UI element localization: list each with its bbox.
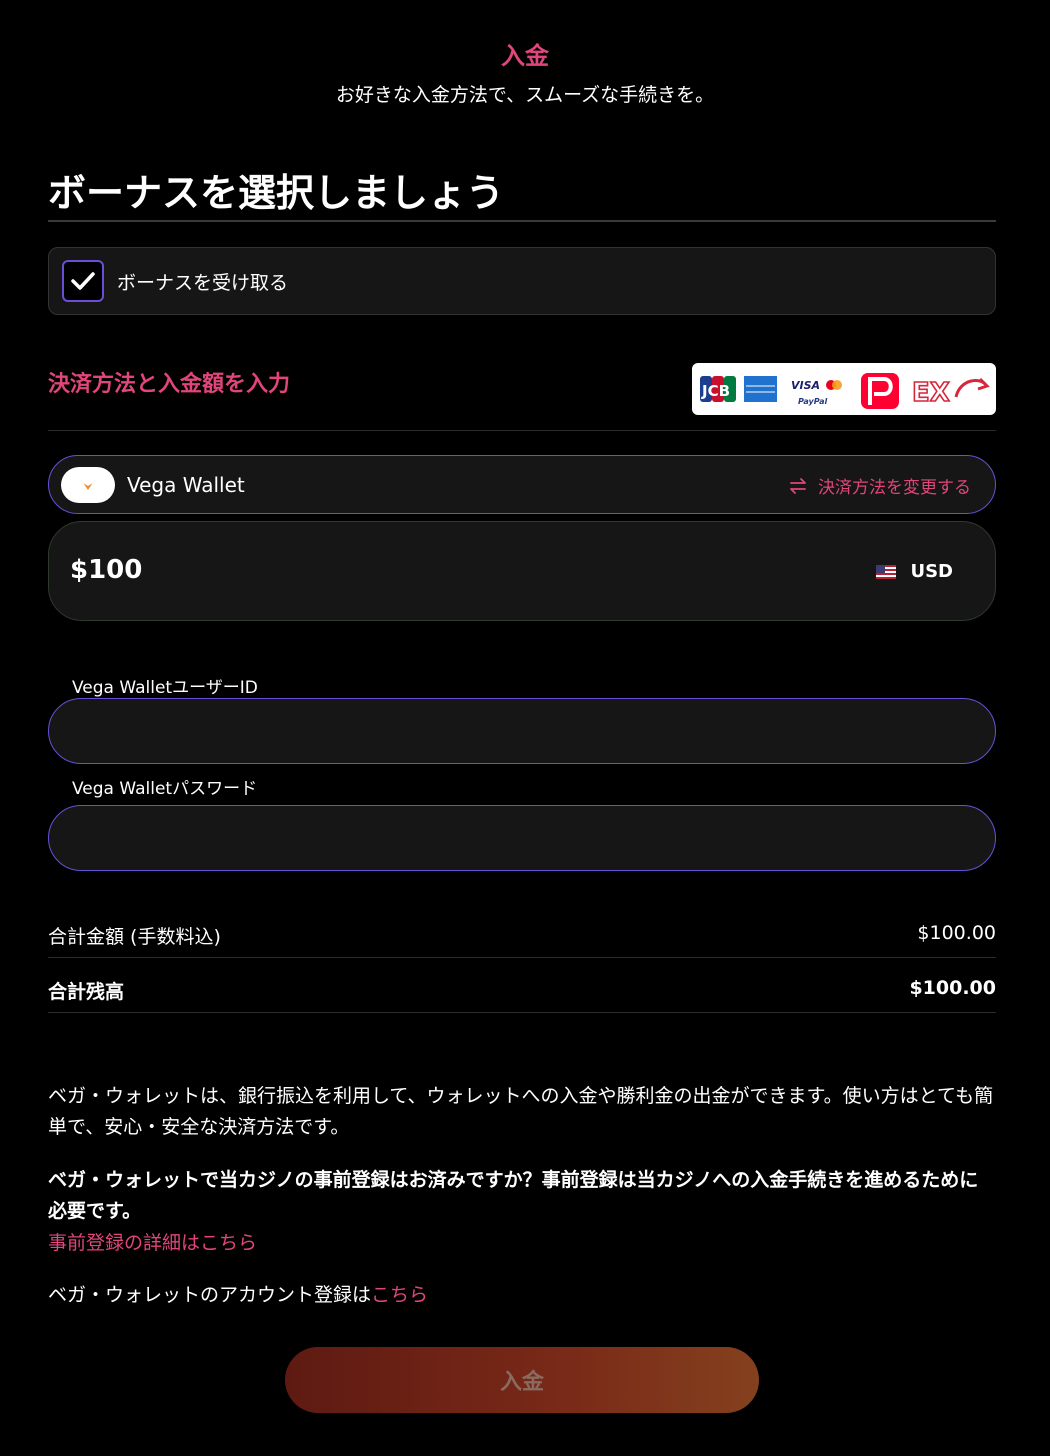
password-input[interactable] (48, 805, 996, 871)
change-method-label[interactable]: 決済方法を変更する (818, 473, 971, 498)
change-method-link[interactable]: 決済方法を変更する (788, 473, 971, 498)
user-id-input[interactable] (48, 698, 996, 764)
bonus-checkbox-label[interactable]: ボーナスを受け取る (117, 268, 288, 295)
currency-selector[interactable]: USD (876, 561, 953, 582)
divider (48, 957, 996, 958)
deposit-submit-button[interactable]: 入金 (285, 1347, 759, 1413)
amount-value[interactable]: $100 (70, 555, 142, 585)
svg-text:PayPal: PayPal (798, 397, 827, 406)
bonus-option[interactable]: ボーナスを受け取る (48, 247, 996, 315)
swap-icon (790, 477, 806, 494)
account-registration-label: ベガ・ウォレットのアカウント登録は (48, 1284, 372, 1306)
deposit-page: 入金 お好きな入金方法で、スムーズな手続きを。 ボーナスを選択しましょう ボーナ… (0, 0, 1050, 1456)
password-label: Vega Walletパスワード (72, 779, 258, 799)
svg-text:EX: EX (912, 378, 950, 408)
wallet-description: ベガ・ウォレットは、銀行振込を利用して、ウォレットへの入金や勝利金の出金ができま… (48, 1085, 994, 1138)
account-registration-link[interactable]: こちら (371, 1284, 428, 1306)
payment-method-name: Vega Wallet (127, 472, 245, 497)
vega-wallet-logo (61, 466, 115, 503)
divider (48, 430, 996, 431)
checkmark-icon (71, 272, 95, 290)
page-subtitle: お好きな入金方法で、スムーズな手続きを。 (335, 84, 715, 106)
total-amount-label: 合計金額 (手数料込) (48, 926, 221, 948)
payment-logos-icon: JCB VISA PayPal EX (700, 373, 990, 409)
divider (48, 220, 996, 222)
preregistration-details-link[interactable]: 事前登録の詳細はこちら (48, 1228, 257, 1259)
svg-text:JCB: JCB (701, 382, 730, 400)
payment-logos: JCB VISA PayPal EX (692, 363, 996, 415)
total-amount-row: 合計金額 (手数料込) $100.00 (48, 922, 996, 949)
divider (48, 1012, 996, 1013)
preregistration-notice: ベガ・ウォレットで当カジノの事前登録はお済みですか？事前登録は当カジノへの入金手… (48, 1169, 979, 1222)
total-balance-row: 合計残高 $100.00 (48, 977, 996, 1004)
us-flag-icon (876, 564, 897, 579)
total-balance-label: 合計残高 (48, 981, 125, 1003)
user-id-label: Vega WalletユーザーID (72, 678, 258, 698)
total-amount-value: $100.00 (917, 922, 996, 944)
payment-heading: 決済方法と入金額を入力 (48, 372, 291, 397)
bonus-heading: ボーナスを選択しましょう (48, 171, 505, 215)
amount-input[interactable]: $100 USD (48, 521, 996, 621)
account-registration-text: ベガ・ウォレットのアカウント登録はこちら (48, 1280, 996, 1311)
total-balance-value: $100.00 (909, 977, 996, 999)
page-title: 入金 (501, 42, 549, 70)
fox-icon (79, 477, 97, 490)
payment-method-selector[interactable]: Vega Wallet 決済方法を変更する (48, 455, 996, 514)
currency-code: USD (910, 561, 953, 582)
svg-text:VISA: VISA (791, 379, 820, 392)
bonus-checkbox[interactable] (62, 260, 104, 302)
